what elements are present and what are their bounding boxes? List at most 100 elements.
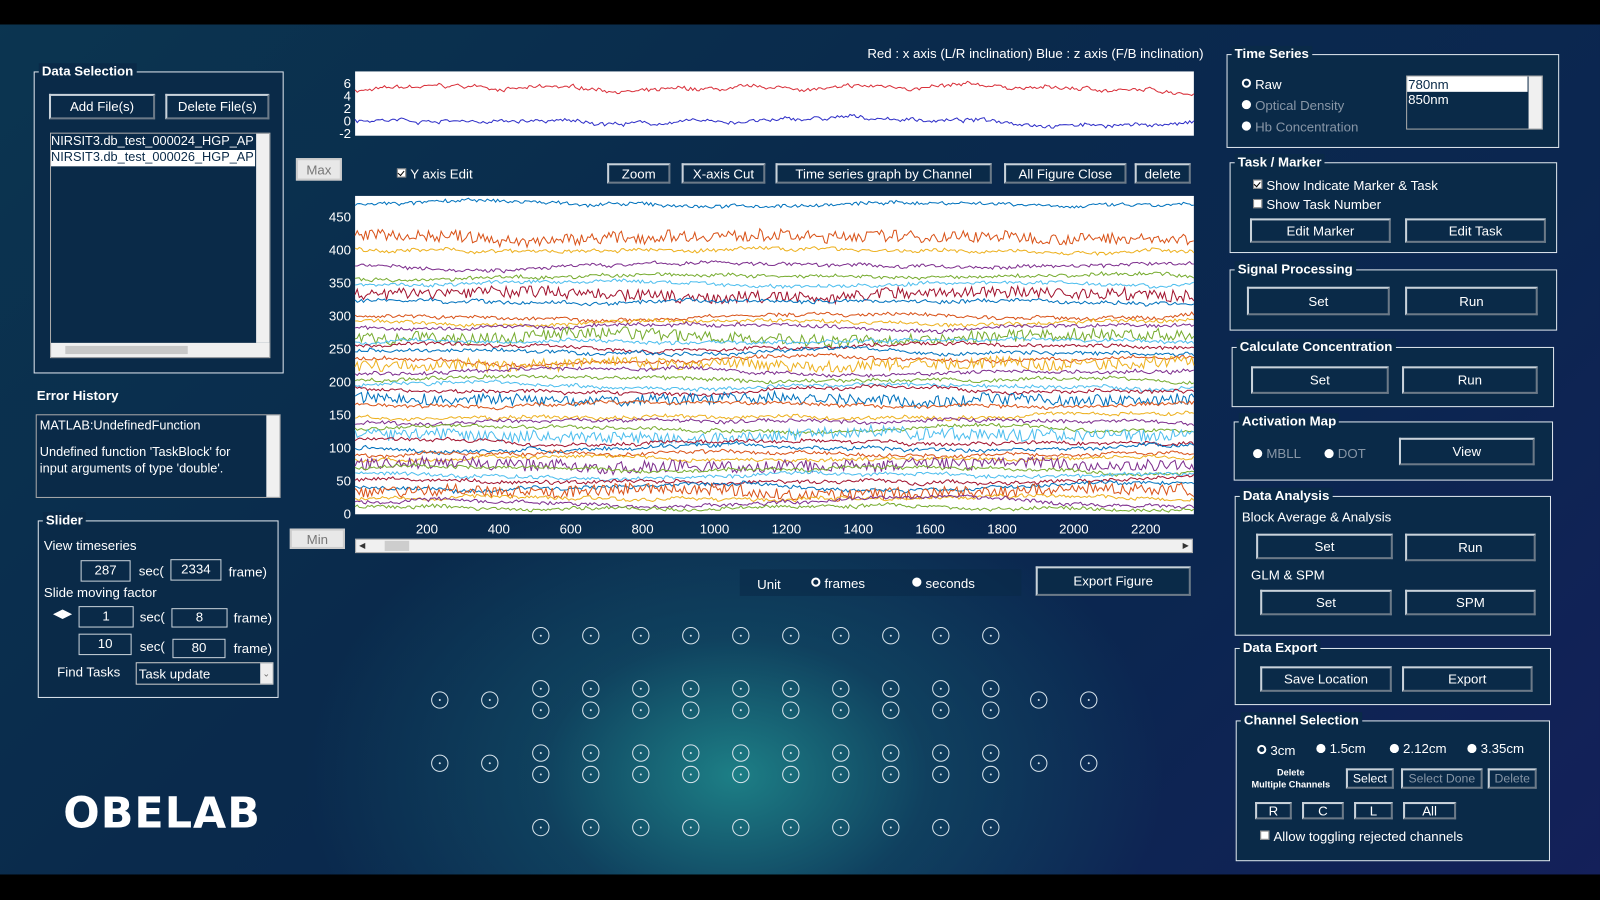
region-all-button[interactable]: All [1403, 802, 1457, 820]
move2-frame-input[interactable]: 80 [172, 638, 226, 659]
wavelength-list[interactable]: 780nm 850nm [1406, 75, 1543, 130]
time-series-panel: Time Series Raw Optical Density Hb Conce… [1226, 45, 1560, 148]
distance-label: 2.12cm [1403, 740, 1447, 757]
min-button[interactable]: Min [289, 528, 345, 549]
error-history-title: Error History [36, 387, 119, 404]
error-history-box[interactable]: MATLAB:UndefinedFunction Undefined funct… [35, 414, 281, 498]
move1-sec-input[interactable]: 1 [78, 606, 134, 628]
vertical-scrollbar[interactable] [256, 133, 270, 343]
distance-label: 3cm [1270, 742, 1296, 759]
obelab-logo: OBELAB [63, 787, 261, 838]
channel-dot [789, 773, 792, 776]
glm-set-button[interactable]: Set [1260, 589, 1392, 616]
channel-dot [488, 762, 491, 765]
channel-dot [789, 634, 792, 637]
region-l-button[interactable]: L [1354, 802, 1393, 820]
channel-dot [639, 826, 642, 829]
signal-run-button[interactable]: Run [1405, 286, 1538, 316]
distance-label: 1.5cm [1329, 740, 1366, 757]
distance-2-12cm-radio[interactable] [1389, 743, 1399, 754]
optical-density-radio[interactable] [1241, 99, 1252, 110]
x-tick-label: 600 [560, 522, 582, 537]
mbll-radio[interactable] [1253, 448, 1263, 459]
add-files-button[interactable]: Add File(s) [48, 93, 156, 120]
delete-figure-button[interactable]: delete [1134, 163, 1191, 184]
mbll-label: MBLL [1266, 445, 1301, 462]
concentration-set-button[interactable]: Set [1251, 366, 1389, 394]
save-location-button[interactable]: Save Location [1260, 666, 1392, 692]
delete-channels-button[interactable]: Delete [1487, 768, 1537, 789]
allow-toggle-checkbox[interactable] [1260, 830, 1270, 840]
slide-moving-label: Slide moving factor [43, 584, 157, 600]
export-figure-button[interactable]: Export Figure [1035, 566, 1191, 596]
channel-dot [539, 826, 542, 829]
channel-dot [689, 709, 692, 712]
slider-left-arrow-icon[interactable]: ◀ [356, 540, 368, 552]
export-button[interactable]: Export [1402, 666, 1533, 692]
channel-dot [639, 634, 642, 637]
y-axis-edit-checkbox[interactable] [396, 168, 407, 178]
region-c-button[interactable]: C [1302, 802, 1344, 820]
file-list[interactable]: NIRSIT3.db_test_000024_HGP_AP NIRSIT3.db… [49, 132, 271, 359]
x-tick-label: 400 [488, 522, 510, 537]
view-sec-input[interactable]: 287 [80, 560, 131, 582]
activation-view-button[interactable]: View [1398, 437, 1535, 466]
select-done-button[interactable]: Select Done [1401, 768, 1483, 789]
unit-label: Unit [757, 576, 781, 592]
channel-dot [839, 709, 842, 712]
inclination-plot: 6420-2 [339, 71, 1195, 141]
select-channels-button[interactable]: Select [1345, 768, 1394, 789]
find-tasks-dropdown[interactable]: Task update ⌄ [135, 662, 274, 685]
left-right-arrows-icon: ◀▶ [53, 606, 72, 621]
spm-button[interactable]: SPM [1405, 589, 1536, 616]
horizontal-scrollbar[interactable] [51, 342, 270, 358]
channel-dot [939, 752, 942, 755]
edit-task-button[interactable]: Edit Task [1405, 218, 1546, 243]
wavelength-item[interactable]: 850nm [1407, 92, 1542, 107]
file-item-selected[interactable]: NIRSIT3.db_test_000026_HGP_AP [51, 149, 256, 167]
panel-title: Time Series [1231, 45, 1312, 62]
channel-dot [839, 752, 842, 755]
wavelength-item-selected[interactable]: 780nm [1407, 76, 1528, 92]
sec-label: sec( [139, 638, 165, 655]
view-frame-input[interactable]: 2334 [170, 559, 222, 581]
move2-sec-input[interactable]: 10 [78, 633, 132, 656]
block-set-button[interactable]: Set [1256, 533, 1393, 560]
dot-radio[interactable] [1324, 448, 1334, 459]
raw-radio[interactable] [1241, 78, 1252, 88]
chevron-down-icon[interactable]: ⌄ [260, 663, 273, 684]
time-series-by-channel-button[interactable]: Time series graph by Channel [775, 163, 992, 184]
slider-right-arrow-icon[interactable]: ▶ [1180, 540, 1192, 552]
show-marker-checkbox[interactable] [1253, 179, 1263, 189]
slider-thumb[interactable] [384, 540, 409, 552]
x-axis-cut-button[interactable]: X-axis Cut [681, 163, 766, 184]
block-run-button[interactable]: Run [1405, 533, 1536, 562]
hb-concentration-radio[interactable] [1241, 121, 1252, 131]
distance-1-5cm-radio[interactable] [1316, 743, 1326, 754]
channel-dot [539, 773, 542, 776]
channel-dot [539, 709, 542, 712]
top-bar [0, 0, 1600, 25]
error-scrollbar[interactable] [266, 415, 280, 497]
show-task-number-checkbox[interactable] [1253, 198, 1263, 209]
all-figure-close-button[interactable]: All Figure Close [1004, 163, 1127, 184]
file-item[interactable]: NIRSIT3.db_test_000024_HGP_AP [51, 134, 255, 150]
delete-files-button[interactable]: Delete File(s) [165, 93, 270, 120]
frames-radio[interactable] [811, 577, 821, 587]
region-r-button[interactable]: R [1255, 802, 1292, 820]
concentration-run-button[interactable]: Run [1402, 366, 1538, 394]
distance-3-35cm-radio[interactable] [1467, 743, 1477, 754]
wavelength-scrollbar[interactable] [1528, 76, 1542, 129]
y-tick-label: 150 [329, 407, 351, 422]
move1-frame-input[interactable]: 8 [171, 608, 228, 628]
max-button[interactable]: Max [295, 158, 342, 181]
seconds-radio[interactable] [912, 577, 922, 587]
dropdown-value: Task update [138, 666, 211, 682]
x-tick-label: 800 [632, 522, 654, 537]
signal-set-button[interactable]: Set [1246, 286, 1390, 316]
zoom-button[interactable]: Zoom [607, 163, 671, 184]
edit-marker-button[interactable]: Edit Marker [1249, 218, 1391, 243]
distance-3cm-radio[interactable] [1257, 744, 1267, 755]
inclination-legend-note: Red : x axis (L/R inclination) Blue : z … [867, 45, 1204, 62]
time-slider[interactable]: ◀ ▶ [355, 538, 1193, 554]
